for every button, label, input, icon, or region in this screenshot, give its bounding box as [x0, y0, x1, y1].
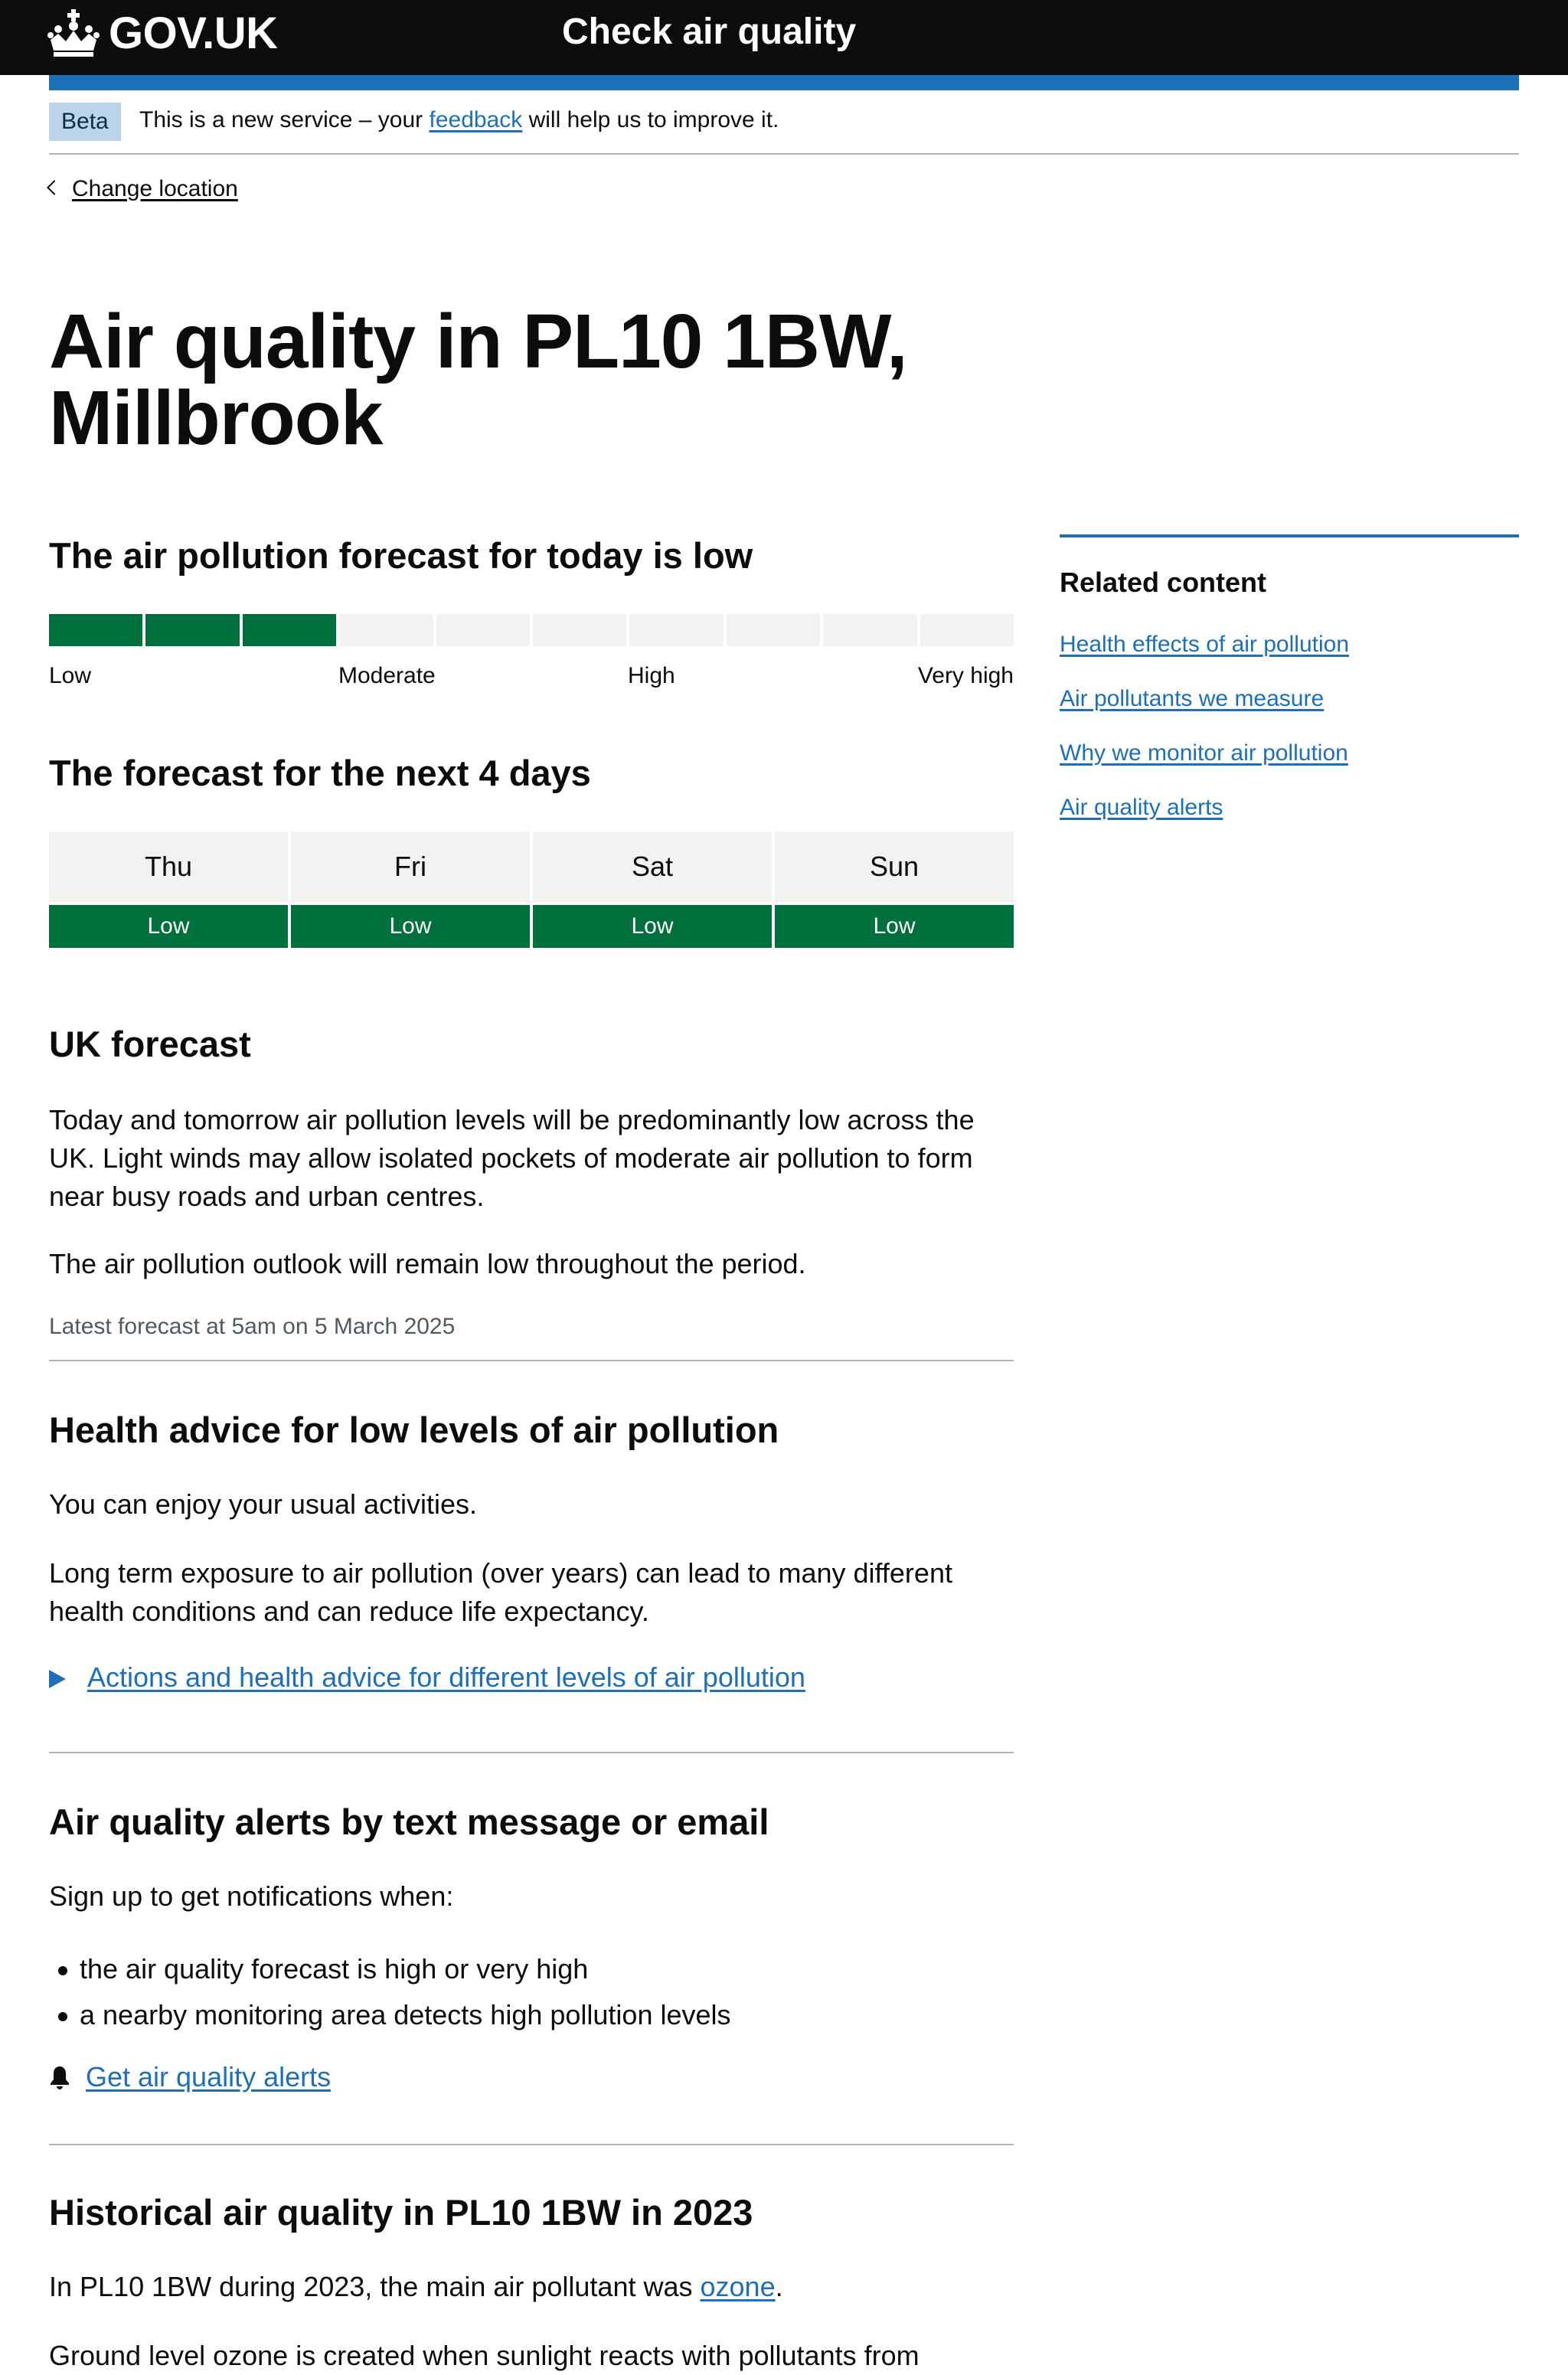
index-segment-empty	[629, 614, 724, 646]
daily-index-bar	[49, 614, 1014, 646]
section-divider	[49, 2144, 1014, 2145]
index-segment-filled	[49, 614, 143, 646]
uk-forecast-heading: UK forecast	[49, 1024, 251, 1064]
health-advice-details[interactable]: Actions and health advice for different …	[49, 1661, 805, 1694]
list-item: Why we monitor air pollution	[1060, 726, 1519, 780]
forecast-day-name: Sat	[533, 831, 772, 902]
related-content: Related content Health effects of air po…	[1060, 534, 1519, 835]
header-accent-bar	[49, 75, 1519, 90]
forecast-day: Fri Low	[291, 831, 530, 948]
historical-text-after: .	[775, 2271, 783, 2302]
related-content-heading: Related content	[1060, 567, 1267, 598]
list-item: a nearby monitoring area detects high po…	[49, 1992, 731, 2038]
forecast-day-level: Low	[775, 905, 1014, 948]
crown-icon	[47, 9, 100, 57]
service-name-link[interactable]: Check air quality	[562, 11, 856, 53]
index-segment-empty	[920, 614, 1014, 646]
uk-forecast-paragraph: Today and tomorrow air pollution levels …	[49, 1104, 975, 1212]
historical-heading: Historical air quality in PL10 1BW in 20…	[49, 2192, 753, 2233]
historical-text-before: In PL10 1BW during 2023, the main air po…	[49, 2271, 693, 2302]
index-segment-empty	[533, 614, 627, 646]
forecast-day-level: Low	[291, 905, 530, 948]
chevron-left-icon	[47, 180, 62, 195]
related-link-pollutants[interactable]: Air pollutants we measure	[1060, 686, 1324, 711]
forecast-timestamp: Latest forecast at 5am on 5 March 2025	[49, 1314, 456, 1339]
scale-label-very-high: Very high	[917, 663, 1014, 688]
forecast-day-level: Low	[49, 905, 288, 948]
govuk-logo-link[interactable]: GOV.UK	[109, 8, 278, 59]
index-segment-empty	[339, 614, 433, 646]
list-item: Air quality alerts	[1060, 780, 1519, 835]
index-segment-filled	[242, 614, 337, 646]
list-item: Health effects of air pollution	[1060, 617, 1519, 671]
historical-paragraph-partial: Ground level ozone is created when sunli…	[49, 2340, 920, 2371]
alerts-heading: Air quality alerts by text message or em…	[49, 1802, 769, 1842]
section-divider	[49, 1752, 1014, 1753]
scale-label-moderate: Moderate	[338, 663, 436, 688]
index-segment-empty	[726, 614, 821, 646]
index-segment-empty	[436, 614, 531, 646]
phase-banner-text: This is a new service – your feedback wi…	[139, 107, 779, 133]
change-location-link[interactable]: Change location	[72, 176, 238, 201]
uk-forecast-paragraph: The air pollution outlook will remain lo…	[49, 1248, 806, 1279]
forecast-day: Sat Low	[533, 831, 772, 948]
bell-icon	[51, 2066, 69, 2089]
get-air-quality-alerts-link[interactable]: Get air quality alerts	[86, 2061, 331, 2092]
index-segment-empty	[823, 614, 917, 646]
phase-banner: Beta This is a new service – your feedba…	[49, 100, 1519, 155]
alerts-list: the air quality forecast is high or very…	[49, 1946, 731, 2038]
health-advice-paragraph: You can enjoy your usual activities.	[49, 1488, 478, 1520]
ozone-link[interactable]: ozone	[701, 2271, 776, 2302]
historical-paragraph: In PL10 1BW during 2023, the main air po…	[49, 2268, 1021, 2306]
health-advice-paragraph: Long term exposure to air pollution (ove…	[49, 1557, 952, 1627]
forecast-day-name: Thu	[49, 831, 288, 902]
page: GOV.UK Check air quality Beta This is a …	[0, 0, 1568, 2371]
related-link-why-monitor[interactable]: Why we monitor air pollution	[1060, 740, 1348, 766]
health-advice-details-summary[interactable]: Actions and health advice for different …	[87, 1661, 805, 1693]
beta-tag: Beta	[49, 103, 121, 141]
forecast-day-level: Low	[533, 905, 772, 948]
disclosure-triangle-icon	[49, 1670, 66, 1688]
alerts-link-container: Get air quality alerts	[49, 2061, 331, 2093]
forecast-day: Thu Low	[49, 831, 288, 948]
section-divider	[49, 1360, 1014, 1361]
back-link-container: Change location	[47, 176, 238, 202]
phase-text-before: This is a new service – your	[139, 107, 423, 132]
four-day-forecast-heading: The forecast for the next 4 days	[49, 753, 591, 793]
page-title: Air quality in PL10 1BW, Millbrook	[49, 299, 908, 461]
related-link-alerts[interactable]: Air quality alerts	[1060, 795, 1223, 820]
scale-label-low: Low	[49, 663, 92, 688]
scale-label-high: High	[628, 663, 675, 688]
related-links-list: Health effects of air pollution Air poll…	[1060, 617, 1519, 835]
index-segment-filled	[145, 614, 240, 646]
header: GOV.UK Check air quality	[0, 0, 1568, 75]
forecast-day: Sun Low	[775, 831, 1014, 948]
list-item: the air quality forecast is high or very…	[49, 1946, 731, 1992]
four-day-forecast-table: Thu Low Fri Low Sat Low Sun Low	[49, 831, 1014, 948]
related-link-health-effects[interactable]: Health effects of air pollution	[1060, 632, 1349, 657]
today-forecast-heading: The air pollution forecast for today is …	[49, 535, 753, 576]
health-advice-heading: Health advice for low levels of air poll…	[49, 1410, 779, 1450]
feedback-link[interactable]: feedback	[429, 107, 522, 132]
list-item: Air pollutants we measure	[1060, 671, 1519, 726]
forecast-day-name: Fri	[291, 831, 530, 902]
phase-text-after: will help us to improve it.	[528, 107, 779, 132]
alerts-intro: Sign up to get notifications when:	[49, 1880, 454, 1912]
forecast-day-name: Sun	[775, 831, 1014, 902]
